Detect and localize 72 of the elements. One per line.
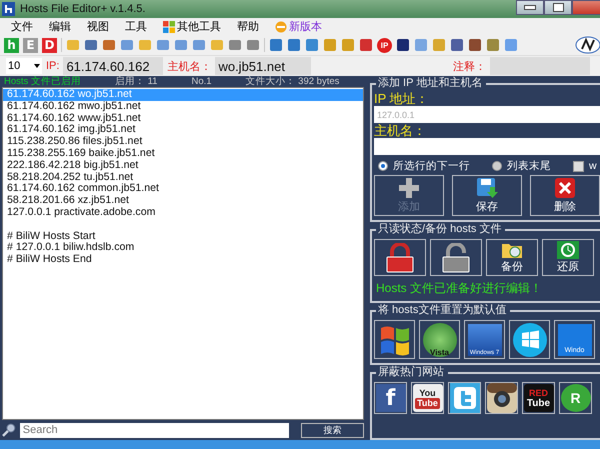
- section-title: 屏蔽热门网站: [377, 365, 445, 380]
- hostname-label: 主机名：: [167, 60, 212, 74]
- hostname-field[interactable]: wo.jb51.net: [215, 57, 312, 75]
- bird-logo-icon: [450, 383, 480, 413]
- backup-button[interactable]: 备份: [486, 239, 538, 276]
- section-title: 将 hosts文件重置为默认值: [377, 303, 508, 318]
- lock-button[interactable]: [374, 239, 426, 276]
- count-dropdown[interactable]: 10: [6, 58, 42, 74]
- hosts-line[interactable]: 115.238.255.169 baike.jb51.net: [3, 148, 363, 160]
- hosts-line[interactable]: 222.186.42.218 big.jb51.net: [3, 160, 363, 172]
- windows-logo-button[interactable]: [374, 320, 415, 359]
- menu-item[interactable]: 新版本: [268, 19, 329, 34]
- save-button[interactable]: 保存: [452, 175, 522, 216]
- website-button[interactable]: [448, 382, 481, 414]
- ip-label: IP:: [46, 60, 60, 72]
- hosts-line[interactable]: 127.0.0.1 practivate.adobe.com: [3, 206, 363, 219]
- radio-option[interactable]: 列表末尾: [492, 159, 551, 173]
- hosts-line[interactable]: 61.174.60.162 common.jb51.net: [3, 183, 363, 196]
- unlock-button[interactable]: [430, 239, 482, 276]
- comment-label: 注释：: [453, 60, 486, 74]
- restore-button[interactable]: 还原: [542, 239, 594, 276]
- menu-item[interactable]: 其他工具: [156, 19, 228, 34]
- menu-item[interactable]: 帮助: [230, 19, 266, 34]
- delete-button[interactable]: 删除: [530, 175, 600, 216]
- windows-flag-icon: [163, 20, 175, 32]
- hosts-line[interactable]: # 127.0.0.1 biliw.hdslb.com: [3, 242, 363, 254]
- status-text: No.1: [191, 76, 212, 87]
- delete-icon: [554, 177, 576, 199]
- ip-address-label: IP 地址：: [374, 91, 430, 106]
- ip-button[interactable]: IP: [377, 38, 392, 52]
- hosts-line[interactable]: # BiliW Hosts End: [3, 254, 363, 266]
- search-field[interactable]: Search: [20, 422, 290, 438]
- minimize-button[interactable]: [516, 0, 544, 15]
- hosts-line[interactable]: 61.174.60.162 mwo.jb51.net: [3, 100, 363, 113]
- window-title: Hosts File Editor+ v.1.4.5.: [20, 3, 146, 15]
- status-text: Hosts 文件已启用: [4, 76, 81, 87]
- website-button[interactable]: [485, 382, 518, 414]
- open-padlock-icon: [440, 242, 472, 272]
- status-text: 启用： 11: [114, 76, 158, 87]
- menu-item[interactable]: 工具: [118, 19, 154, 34]
- search-button[interactable]: 搜索: [301, 422, 364, 438]
- search-icon: [2, 423, 16, 437]
- menu-item[interactable]: 编辑: [42, 19, 78, 34]
- folder-clock-icon: [501, 241, 523, 259]
- maximize-button[interactable]: [544, 0, 572, 15]
- menu-item[interactable]: 文件: [4, 19, 40, 34]
- hosts-list[interactable]: [2, 87, 364, 420]
- checkbox-option[interactable]: w: [573, 159, 597, 173]
- hosts-line[interactable]: 61.174.60.162 www.jb51.net: [3, 112, 363, 124]
- section-title: 添加 IP 地址和主机名: [377, 76, 484, 91]
- hosts-line[interactable]: 58.218.204.252 tu.jb51.net: [3, 172, 363, 184]
- status-text: 文件大小： 392 bytes: [246, 76, 340, 87]
- menu-item[interactable]: 视图: [80, 19, 116, 34]
- hosts-line[interactable]: 61.174.60.162 img.jb51.net: [3, 124, 363, 136]
- windows-logo-button[interactable]: [509, 320, 550, 359]
- plus-icon: [398, 177, 420, 199]
- hostname-label: 主机名：: [374, 123, 427, 138]
- status-message: Hosts 文件已准备好进行编辑！: [376, 280, 544, 297]
- letter-button[interactable]: D: [42, 38, 57, 52]
- dropdown-arrow-icon: [34, 64, 40, 68]
- app-icon: [2, 2, 15, 16]
- section-title: 只读状态/备份 hosts 文件: [377, 222, 502, 237]
- hostname-field[interactable]: [374, 138, 600, 155]
- windows-tile-circle-icon: [512, 322, 546, 356]
- comment-field[interactable]: [490, 57, 590, 75]
- hosts-line[interactable]: 58.218.201.66 xz.jb51.net: [3, 195, 363, 207]
- ip-field[interactable]: 61.174.60.162: [63, 57, 164, 75]
- hosts-line[interactable]: 115.238.250.86 files.jb51.net: [3, 136, 363, 148]
- hosts-line[interactable]: # BiliW Hosts Start: [3, 230, 363, 242]
- camera-icon: [486, 383, 516, 413]
- ip-address-field[interactable]: 127.0.0.1: [374, 106, 600, 123]
- radio-option[interactable]: 所选行的下一行: [378, 159, 470, 173]
